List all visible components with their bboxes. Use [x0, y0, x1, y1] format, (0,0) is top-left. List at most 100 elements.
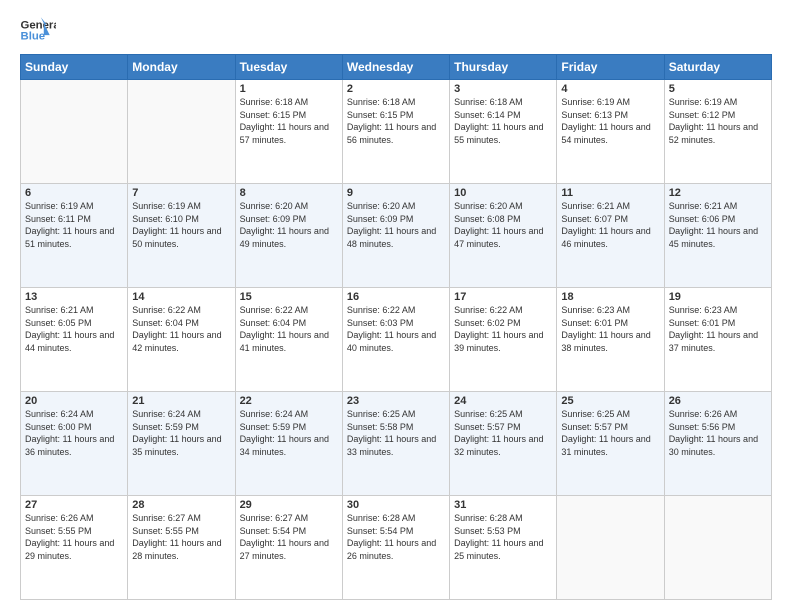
day-number: 9 [347, 187, 445, 199]
calendar-header: SundayMondayTuesdayWednesdayThursdayFrid… [21, 55, 772, 80]
calendar-cell: 4Sunrise: 6:19 AM Sunset: 6:13 PM Daylig… [557, 80, 664, 184]
calendar-cell: 23Sunrise: 6:25 AM Sunset: 5:58 PM Dayli… [342, 392, 449, 496]
calendar-cell: 6Sunrise: 6:19 AM Sunset: 6:11 PM Daylig… [21, 184, 128, 288]
col-header-thursday: Thursday [450, 55, 557, 80]
calendar: SundayMondayTuesdayWednesdayThursdayFrid… [20, 54, 772, 600]
day-info: Sunrise: 6:18 AM Sunset: 6:15 PM Dayligh… [347, 96, 445, 146]
week-row: 27Sunrise: 6:26 AM Sunset: 5:55 PM Dayli… [21, 496, 772, 600]
week-row: 1Sunrise: 6:18 AM Sunset: 6:15 PM Daylig… [21, 80, 772, 184]
day-info: Sunrise: 6:21 AM Sunset: 6:05 PM Dayligh… [25, 304, 123, 354]
logo-icon: General Blue [20, 16, 56, 44]
col-header-tuesday: Tuesday [235, 55, 342, 80]
day-number: 22 [240, 395, 338, 407]
day-info: Sunrise: 6:22 AM Sunset: 6:04 PM Dayligh… [240, 304, 338, 354]
logo: General Blue [20, 16, 62, 44]
day-info: Sunrise: 6:22 AM Sunset: 6:02 PM Dayligh… [454, 304, 552, 354]
day-info: Sunrise: 6:26 AM Sunset: 5:56 PM Dayligh… [669, 408, 767, 458]
week-row: 20Sunrise: 6:24 AM Sunset: 6:00 PM Dayli… [21, 392, 772, 496]
col-header-friday: Friday [557, 55, 664, 80]
day-number: 27 [25, 499, 123, 511]
day-info: Sunrise: 6:28 AM Sunset: 5:53 PM Dayligh… [454, 512, 552, 562]
day-info: Sunrise: 6:18 AM Sunset: 6:14 PM Dayligh… [454, 96, 552, 146]
calendar-cell: 16Sunrise: 6:22 AM Sunset: 6:03 PM Dayli… [342, 288, 449, 392]
day-info: Sunrise: 6:27 AM Sunset: 5:54 PM Dayligh… [240, 512, 338, 562]
calendar-cell: 11Sunrise: 6:21 AM Sunset: 6:07 PM Dayli… [557, 184, 664, 288]
day-number: 30 [347, 499, 445, 511]
day-info: Sunrise: 6:21 AM Sunset: 6:06 PM Dayligh… [669, 200, 767, 250]
day-info: Sunrise: 6:20 AM Sunset: 6:09 PM Dayligh… [240, 200, 338, 250]
calendar-cell [557, 496, 664, 600]
day-info: Sunrise: 6:25 AM Sunset: 5:58 PM Dayligh… [347, 408, 445, 458]
day-info: Sunrise: 6:25 AM Sunset: 5:57 PM Dayligh… [454, 408, 552, 458]
day-number: 19 [669, 291, 767, 303]
svg-text:General: General [21, 19, 57, 31]
day-number: 1 [240, 83, 338, 95]
day-number: 7 [132, 187, 230, 199]
day-number: 2 [347, 83, 445, 95]
day-info: Sunrise: 6:18 AM Sunset: 6:15 PM Dayligh… [240, 96, 338, 146]
day-info: Sunrise: 6:19 AM Sunset: 6:11 PM Dayligh… [25, 200, 123, 250]
calendar-cell: 2Sunrise: 6:18 AM Sunset: 6:15 PM Daylig… [342, 80, 449, 184]
day-number: 17 [454, 291, 552, 303]
day-info: Sunrise: 6:23 AM Sunset: 6:01 PM Dayligh… [561, 304, 659, 354]
day-info: Sunrise: 6:22 AM Sunset: 6:04 PM Dayligh… [132, 304, 230, 354]
col-header-monday: Monday [128, 55, 235, 80]
day-info: Sunrise: 6:24 AM Sunset: 6:00 PM Dayligh… [25, 408, 123, 458]
day-number: 31 [454, 499, 552, 511]
day-number: 8 [240, 187, 338, 199]
header: General Blue [20, 16, 772, 44]
calendar-cell: 26Sunrise: 6:26 AM Sunset: 5:56 PM Dayli… [664, 392, 771, 496]
calendar-cell: 27Sunrise: 6:26 AM Sunset: 5:55 PM Dayli… [21, 496, 128, 600]
calendar-cell: 10Sunrise: 6:20 AM Sunset: 6:08 PM Dayli… [450, 184, 557, 288]
day-info: Sunrise: 6:21 AM Sunset: 6:07 PM Dayligh… [561, 200, 659, 250]
day-number: 13 [25, 291, 123, 303]
day-info: Sunrise: 6:22 AM Sunset: 6:03 PM Dayligh… [347, 304, 445, 354]
day-info: Sunrise: 6:24 AM Sunset: 5:59 PM Dayligh… [132, 408, 230, 458]
calendar-cell: 18Sunrise: 6:23 AM Sunset: 6:01 PM Dayli… [557, 288, 664, 392]
calendar-cell: 9Sunrise: 6:20 AM Sunset: 6:09 PM Daylig… [342, 184, 449, 288]
calendar-cell: 30Sunrise: 6:28 AM Sunset: 5:54 PM Dayli… [342, 496, 449, 600]
day-number: 11 [561, 187, 659, 199]
calendar-cell [128, 80, 235, 184]
calendar-cell: 24Sunrise: 6:25 AM Sunset: 5:57 PM Dayli… [450, 392, 557, 496]
calendar-cell: 25Sunrise: 6:25 AM Sunset: 5:57 PM Dayli… [557, 392, 664, 496]
calendar-cell: 15Sunrise: 6:22 AM Sunset: 6:04 PM Dayli… [235, 288, 342, 392]
calendar-cell: 3Sunrise: 6:18 AM Sunset: 6:14 PM Daylig… [450, 80, 557, 184]
day-number: 18 [561, 291, 659, 303]
day-number: 28 [132, 499, 230, 511]
day-number: 26 [669, 395, 767, 407]
day-number: 16 [347, 291, 445, 303]
calendar-cell: 29Sunrise: 6:27 AM Sunset: 5:54 PM Dayli… [235, 496, 342, 600]
calendar-body: 1Sunrise: 6:18 AM Sunset: 6:15 PM Daylig… [21, 80, 772, 600]
calendar-cell [21, 80, 128, 184]
day-number: 5 [669, 83, 767, 95]
calendar-cell: 31Sunrise: 6:28 AM Sunset: 5:53 PM Dayli… [450, 496, 557, 600]
day-number: 3 [454, 83, 552, 95]
calendar-cell: 28Sunrise: 6:27 AM Sunset: 5:55 PM Dayli… [128, 496, 235, 600]
calendar-cell: 21Sunrise: 6:24 AM Sunset: 5:59 PM Dayli… [128, 392, 235, 496]
col-header-saturday: Saturday [664, 55, 771, 80]
day-info: Sunrise: 6:28 AM Sunset: 5:54 PM Dayligh… [347, 512, 445, 562]
calendar-cell: 14Sunrise: 6:22 AM Sunset: 6:04 PM Dayli… [128, 288, 235, 392]
day-info: Sunrise: 6:19 AM Sunset: 6:10 PM Dayligh… [132, 200, 230, 250]
day-number: 15 [240, 291, 338, 303]
day-info: Sunrise: 6:24 AM Sunset: 5:59 PM Dayligh… [240, 408, 338, 458]
calendar-cell: 8Sunrise: 6:20 AM Sunset: 6:09 PM Daylig… [235, 184, 342, 288]
day-number: 4 [561, 83, 659, 95]
day-info: Sunrise: 6:26 AM Sunset: 5:55 PM Dayligh… [25, 512, 123, 562]
day-number: 24 [454, 395, 552, 407]
day-number: 21 [132, 395, 230, 407]
calendar-cell [664, 496, 771, 600]
week-row: 6Sunrise: 6:19 AM Sunset: 6:11 PM Daylig… [21, 184, 772, 288]
day-number: 14 [132, 291, 230, 303]
calendar-cell: 5Sunrise: 6:19 AM Sunset: 6:12 PM Daylig… [664, 80, 771, 184]
day-number: 6 [25, 187, 123, 199]
day-info: Sunrise: 6:19 AM Sunset: 6:13 PM Dayligh… [561, 96, 659, 146]
calendar-cell: 1Sunrise: 6:18 AM Sunset: 6:15 PM Daylig… [235, 80, 342, 184]
day-number: 12 [669, 187, 767, 199]
day-info: Sunrise: 6:19 AM Sunset: 6:12 PM Dayligh… [669, 96, 767, 146]
svg-text:Blue: Blue [21, 31, 46, 43]
calendar-cell: 17Sunrise: 6:22 AM Sunset: 6:02 PM Dayli… [450, 288, 557, 392]
col-header-sunday: Sunday [21, 55, 128, 80]
day-info: Sunrise: 6:23 AM Sunset: 6:01 PM Dayligh… [669, 304, 767, 354]
